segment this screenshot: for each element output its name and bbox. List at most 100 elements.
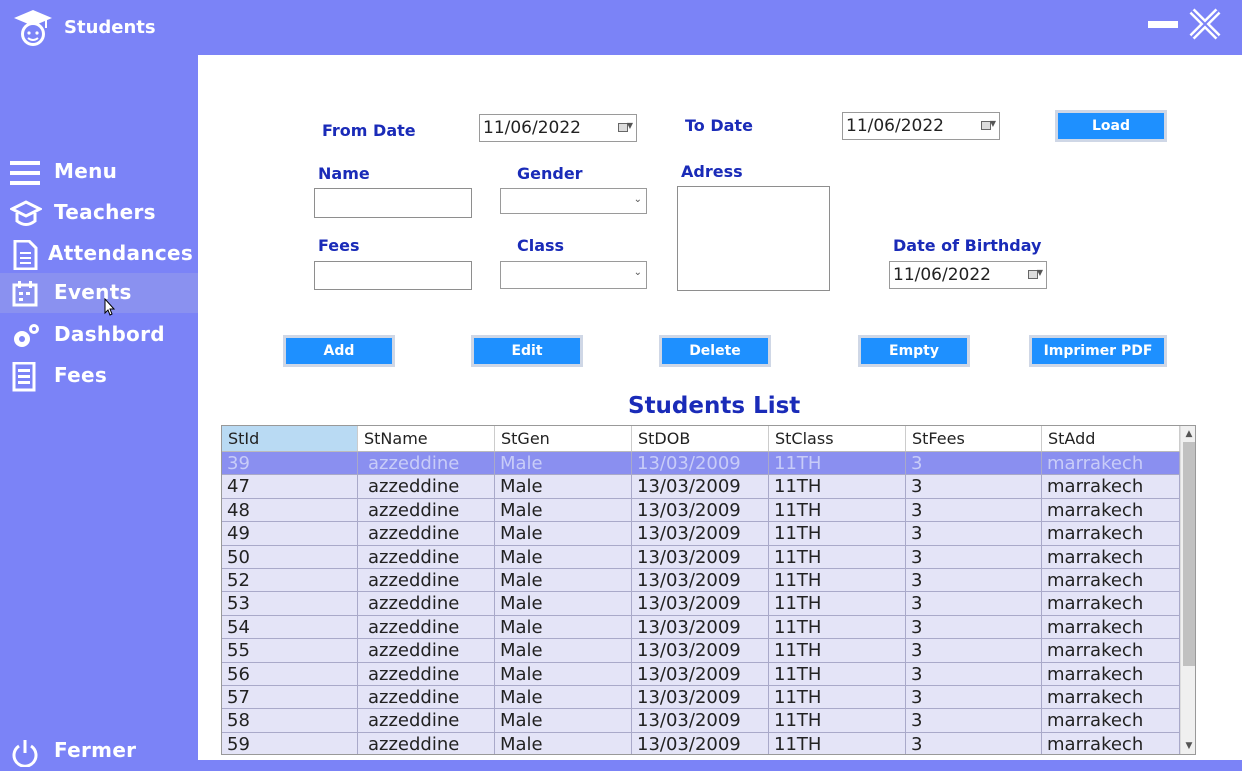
class-select[interactable]: ⌄ bbox=[500, 261, 647, 289]
cell-stdob: 13/03/2009 bbox=[632, 498, 769, 522]
cell-stfees: 3 bbox=[906, 662, 1042, 686]
from-date-label: From Date bbox=[322, 121, 416, 140]
column-header-stgen[interactable]: StGen bbox=[495, 426, 632, 451]
cell-stid: 54 bbox=[222, 615, 358, 639]
sidebar-item-label: Attendances bbox=[48, 241, 194, 265]
table-row[interactable]: 49 azzeddine Male 13/03/2009 11TH 3 marrakech bbox=[222, 522, 1180, 546]
cell-stid: 57 bbox=[222, 686, 358, 709]
logout-button[interactable]: Fermer bbox=[0, 731, 198, 771]
fees-input[interactable] bbox=[314, 261, 472, 290]
close-icon[interactable] bbox=[1188, 7, 1222, 41]
load-button[interactable]: Load bbox=[1055, 110, 1167, 142]
sidebar-item-fees[interactable]: Fees bbox=[0, 356, 198, 396]
graduate-logo-icon bbox=[14, 10, 52, 46]
gender-select[interactable]: ⌄ bbox=[500, 188, 647, 214]
cell-stclass: 11TH bbox=[769, 615, 906, 639]
table-row[interactable]: 39 azzeddine Male 13/03/2009 11TH 3 marrakech bbox=[222, 452, 1180, 476]
cell-stfees: 3 bbox=[906, 545, 1042, 569]
empty-button[interactable]: Empty bbox=[858, 335, 970, 367]
cell-stclass: 11TH bbox=[769, 592, 906, 616]
cell-stname: azzeddine bbox=[358, 615, 495, 639]
from-date-picker[interactable]: 11/06/2022 ▼ bbox=[479, 114, 637, 142]
add-button[interactable]: Add bbox=[283, 335, 395, 367]
address-textarea[interactable] bbox=[677, 186, 830, 291]
table-row[interactable]: 54 azzeddine Male 13/03/2009 11TH 3 marrakech bbox=[222, 615, 1180, 640]
sidebar-item-teachers[interactable]: Teachers bbox=[0, 193, 198, 233]
from-date-value: 11/06/2022 bbox=[483, 118, 581, 138]
sidebar: Menu Teachers Attendances Events Dashbor… bbox=[0, 55, 198, 767]
cell-stfees: 3 bbox=[906, 709, 1042, 733]
cell-stgen: Male bbox=[495, 662, 632, 686]
cell-stname: azzeddine bbox=[358, 475, 495, 499]
chevron-down-icon: ⌄ bbox=[633, 194, 642, 205]
cell-stadd: marrakech bbox=[1042, 498, 1180, 522]
sidebar-item-events[interactable]: Events bbox=[0, 273, 198, 313]
cell-stgen: Male bbox=[495, 709, 632, 733]
cell-stdob: 13/03/2009 bbox=[632, 639, 769, 663]
cell-stname: azzeddine bbox=[358, 709, 495, 733]
scroll-down-icon[interactable]: ▼ bbox=[1181, 738, 1195, 754]
to-date-label: To Date bbox=[685, 116, 753, 135]
cell-stadd: marrakech bbox=[1042, 475, 1180, 499]
cell-stgen: Male bbox=[495, 732, 632, 754]
sidebar-item-label: Dashbord bbox=[54, 322, 165, 346]
cell-stadd: marrakech bbox=[1042, 732, 1180, 754]
sidebar-item-dashbord[interactable]: Dashbord bbox=[0, 315, 198, 355]
cell-stclass: 11TH bbox=[769, 545, 906, 569]
app-title: Students bbox=[64, 17, 156, 38]
sidebar-item-label: Teachers bbox=[54, 200, 156, 224]
table-row[interactable]: 55 azzeddine Male 13/03/2009 11TH 3 marrakech bbox=[222, 639, 1180, 663]
cell-stadd: marrakech bbox=[1042, 639, 1180, 663]
edit-button[interactable]: Edit bbox=[471, 335, 583, 367]
cell-stadd: marrakech bbox=[1042, 522, 1180, 546]
column-header-stfees[interactable]: StFees bbox=[906, 426, 1042, 451]
column-header-stadd[interactable]: StAdd bbox=[1042, 426, 1180, 451]
minimize-button[interactable] bbox=[1146, 12, 1180, 34]
column-header-stdob[interactable]: StDOB bbox=[632, 426, 769, 451]
students-list-title: Students List bbox=[628, 393, 801, 419]
name-input[interactable] bbox=[314, 188, 472, 218]
cell-stname: azzeddine bbox=[358, 662, 495, 686]
dob-date-picker[interactable]: 11/06/2022 ▼ bbox=[889, 261, 1047, 289]
table-row[interactable]: 52 azzeddine Male 13/03/2009 11TH 3 marrakech bbox=[222, 569, 1180, 593]
table-row[interactable]: 50 azzeddine Male 13/03/2009 11TH 3 marrakech bbox=[222, 545, 1180, 569]
cell-stgen: Male bbox=[495, 522, 632, 546]
table-row[interactable]: 59 azzeddine Male 13/03/2009 11TH 3 marrakech bbox=[222, 732, 1180, 754]
cell-stadd: marrakech bbox=[1042, 686, 1180, 709]
grid-scrollbar[interactable]: ▲ ▼ bbox=[1180, 426, 1195, 754]
cell-stdob: 13/03/2009 bbox=[632, 545, 769, 569]
scroll-up-icon[interactable]: ▲ bbox=[1181, 426, 1195, 442]
cell-stname: azzeddine bbox=[358, 452, 495, 475]
cell-stid: 55 bbox=[222, 639, 358, 663]
title-bar: Students bbox=[0, 0, 1242, 55]
students-grid[interactable]: StId StName StGen StDOB StClass StFees StAdd 3… bbox=[221, 425, 1196, 755]
cell-stadd: marrakech bbox=[1042, 709, 1180, 733]
column-header-stname[interactable]: StName bbox=[358, 426, 495, 451]
table-row[interactable]: 58 azzeddine Male 13/03/2009 11TH 3 marrakech bbox=[222, 709, 1180, 733]
table-row[interactable]: 57 azzeddine Male 13/03/2009 11TH 3 marrakech bbox=[222, 686, 1180, 710]
cell-stclass: 11TH bbox=[769, 709, 906, 733]
column-header-stid[interactable]: StId bbox=[222, 426, 358, 451]
sidebar-item-attendances[interactable]: Attendances bbox=[0, 234, 198, 274]
table-row[interactable]: 48 azzeddine Male 13/03/2009 11TH 3 marrakech bbox=[222, 498, 1180, 523]
delete-button[interactable]: Delete bbox=[659, 335, 771, 367]
class-label: Class bbox=[517, 236, 565, 255]
minimize-icon bbox=[1148, 21, 1178, 28]
table-row[interactable]: 56 azzeddine Male 13/03/2009 11TH 3 marrakech bbox=[222, 662, 1180, 686]
print-pdf-button[interactable]: Imprimer PDF bbox=[1029, 335, 1167, 367]
sidebar-item-menu[interactable]: Menu bbox=[0, 152, 198, 192]
cell-stgen: Male bbox=[495, 615, 632, 639]
column-header-stclass[interactable]: StClass bbox=[769, 426, 906, 451]
table-row[interactable]: 53 azzeddine Male 13/03/2009 11TH 3 marrakech bbox=[222, 592, 1180, 616]
cell-stid: 53 bbox=[222, 592, 358, 616]
table-row[interactable]: 47 azzeddine Male 13/03/2009 11TH 3 marrakech bbox=[222, 475, 1180, 499]
cell-stname: azzeddine bbox=[358, 686, 495, 709]
scroll-thumb[interactable] bbox=[1183, 442, 1195, 666]
cell-stclass: 11TH bbox=[769, 662, 906, 686]
mouse-cursor-icon bbox=[104, 298, 116, 316]
cell-stdob: 13/03/2009 bbox=[632, 615, 769, 639]
fees-icon bbox=[12, 362, 36, 392]
to-date-picker[interactable]: 11/06/2022 ▼ bbox=[842, 112, 1000, 140]
cell-stid: 49 bbox=[222, 522, 358, 546]
cell-stgen: Male bbox=[495, 686, 632, 709]
